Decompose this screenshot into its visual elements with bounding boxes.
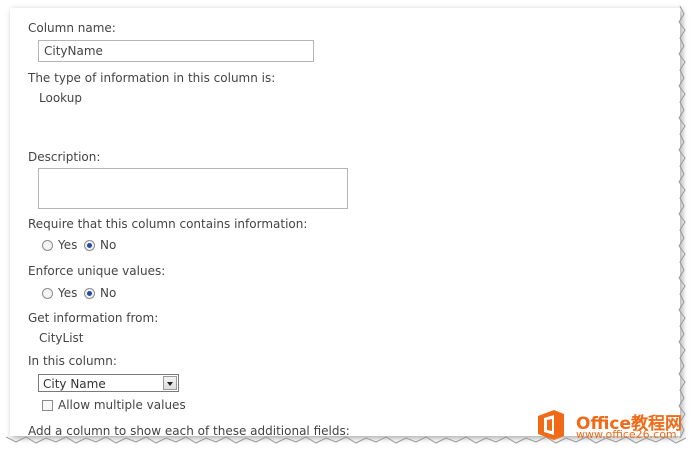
in-column-selected-value: City Name — [43, 377, 106, 391]
column-name-label: Column name: — [28, 21, 116, 35]
in-column-select[interactable]: City Name — [38, 374, 179, 392]
office-logo-url: www.office26.com — [576, 428, 677, 441]
require-label: Require that this column contains inform… — [28, 217, 308, 231]
description-textarea[interactable] — [38, 168, 348, 209]
unique-yes-label: Yes — [58, 286, 78, 300]
require-yes-radio[interactable] — [42, 240, 53, 251]
allow-multiple-checkbox[interactable] — [42, 400, 53, 411]
require-no-radio[interactable] — [84, 240, 95, 251]
unique-yes-radio[interactable] — [42, 288, 53, 299]
require-no-label: No — [100, 238, 117, 252]
office-logo: Office教程网 www.office26.com — [534, 406, 694, 444]
additional-fields-label: Add a column to show each of these addit… — [28, 424, 350, 438]
column-name-field[interactable] — [38, 40, 314, 62]
unique-label: Enforce unique values: — [28, 264, 166, 278]
info-type-label: The type of information in this column i… — [28, 71, 276, 85]
unique-no-label: No — [100, 286, 117, 300]
info-type-value: Lookup — [39, 91, 82, 105]
description-label: Description: — [28, 150, 101, 164]
column-name-input[interactable] — [39, 41, 313, 61]
office-logo-icon — [538, 410, 564, 440]
torn-edge-right — [678, 6, 686, 438]
require-yes-label: Yes — [58, 238, 78, 252]
chevron-down-icon[interactable] — [163, 376, 177, 390]
get-info-label: Get information from: — [28, 311, 159, 325]
allow-multiple-label: Allow multiple values — [58, 398, 186, 412]
in-column-label: In this column: — [28, 354, 117, 368]
unique-no-radio[interactable] — [84, 288, 95, 299]
get-info-value: CityList — [39, 331, 84, 345]
